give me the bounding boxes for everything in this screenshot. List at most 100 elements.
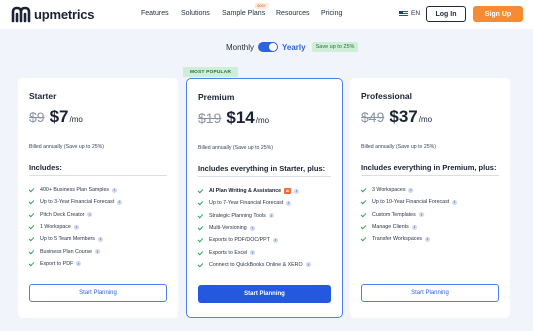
nav-link-solutions[interactable]: Solutions <box>181 10 210 17</box>
info-icon[interactable]: i <box>73 224 79 230</box>
info-icon[interactable]: i <box>250 250 256 256</box>
info-icon[interactable]: i <box>87 212 93 218</box>
feature-item: Multi-Versioning i <box>198 222 311 234</box>
info-icon[interactable]: i <box>272 237 278 243</box>
nav-link-resources[interactable]: Resources <box>276 10 309 17</box>
plan-name: Premium <box>198 92 235 102</box>
feature-item: 1 Workspace i <box>29 221 122 233</box>
feature-list: AI Plan Writing & Assistance AI i Up to 7-… <box>198 185 311 271</box>
info-icon[interactable]: i <box>411 224 417 230</box>
feature-list: 400+ Business Plan Samples i Up to 3-Year… <box>29 184 123 270</box>
feature-label: Up to 7-Year Financial Forecast <box>209 200 284 207</box>
feature-item: Manage Clients i <box>361 221 457 233</box>
check-icon <box>198 200 204 206</box>
plan-card-premium: Premium $19 $14 /mo Billed annually (Sav… <box>186 78 343 318</box>
start-planning-button-professional[interactable]: Start Planning <box>361 284 499 302</box>
language-selector[interactable]: EN <box>399 10 420 17</box>
check-icon <box>361 199 367 205</box>
price-row: $19 $14 /mo <box>198 108 269 128</box>
price-period: /mo <box>418 115 433 124</box>
info-icon[interactable]: i <box>97 236 103 242</box>
feature-label: Strategic Planning Tools <box>209 212 266 219</box>
feature-item: Up to 7-Year Financial Forecast i <box>198 197 311 209</box>
includes-heading: Includes everything in Starter, plus: <box>198 164 326 173</box>
start-planning-button-starter[interactable]: Start Planning <box>29 284 167 302</box>
info-icon[interactable]: i <box>305 262 311 268</box>
check-icon <box>198 225 204 231</box>
info-icon[interactable]: i <box>249 225 255 231</box>
feature-item: Up to 5 Team Members i <box>29 233 122 245</box>
check-icon <box>29 249 35 255</box>
info-icon[interactable]: i <box>95 249 101 255</box>
us-flag-icon <box>399 10 408 17</box>
includes-heading: Includes: <box>29 163 62 172</box>
nav-link-pricing[interactable]: Pricing <box>321 10 342 17</box>
feature-label: Export to PDF <box>40 260 74 267</box>
current-price: $37 <box>389 107 418 126</box>
feature-item: Exports to Excel i <box>198 246 311 258</box>
feature-item: Transfer Workspaces i <box>361 233 457 245</box>
info-icon[interactable]: i <box>425 236 431 242</box>
feature-label: Exports to Excel <box>209 249 248 256</box>
billing-note: Billed annually (Save up to 25%) <box>361 144 436 150</box>
check-icon <box>198 213 204 219</box>
check-icon <box>361 236 367 242</box>
billing-toggle-row: Monthly Yearly Save up to 25% <box>226 42 359 52</box>
ai-badge-icon: AI <box>284 188 292 195</box>
plan-name: Professional <box>361 91 413 101</box>
info-icon[interactable]: i <box>117 199 123 205</box>
brand-logo[interactable]: upmetrics <box>11 6 95 23</box>
current-price: $14 <box>226 108 255 127</box>
check-icon <box>361 224 367 230</box>
check-icon <box>198 188 204 194</box>
price-period: /mo <box>255 116 270 125</box>
feature-item: Strategic Planning Tools i <box>198 210 311 222</box>
top-nav: upmetrics Features Solutions Sample Plan… <box>0 0 533 29</box>
plan-card-professional: Professional $49 $37 /mo Billed annually… <box>350 78 510 318</box>
nav-link-sample-plans[interactable]: Sample Plans <box>222 10 265 17</box>
feature-item: Exports to PDF/DOC/PPT i <box>198 234 311 246</box>
check-icon <box>29 224 35 230</box>
price-row: $49 $37 /mo <box>361 107 432 127</box>
check-icon <box>29 187 35 193</box>
nav-link-features[interactable]: Features <box>141 10 169 17</box>
check-icon <box>29 199 35 205</box>
price-period: /mo <box>69 115 83 124</box>
brand-name: upmetrics <box>34 7 95 22</box>
feature-item: Up to 3-Year Financial Forecast i <box>29 196 123 208</box>
info-icon[interactable]: i <box>418 212 424 218</box>
check-icon <box>361 187 367 193</box>
check-icon <box>29 261 35 267</box>
info-icon[interactable]: i <box>294 188 300 194</box>
old-price: $49 <box>361 109 385 125</box>
info-icon[interactable]: i <box>408 187 414 193</box>
feature-label: Custom Templates <box>372 211 416 218</box>
feature-label: 1 Workspace <box>40 224 71 231</box>
billing-period-switch[interactable] <box>258 42 279 52</box>
billing-note: Billed annually (Save up to 25%) <box>198 145 273 151</box>
price-row: $9 $7 /mo <box>29 107 83 127</box>
feature-item: Connect to QuickBooks Online & XERO i <box>198 259 311 271</box>
feature-item: Up to 10-Year Financial Forecast i <box>361 196 458 208</box>
info-icon[interactable]: i <box>286 200 292 206</box>
start-planning-button-premium[interactable]: Start Planning <box>198 285 331 303</box>
monthly-label[interactable]: Monthly <box>226 43 254 52</box>
info-icon[interactable]: i <box>112 187 118 193</box>
feature-item: 3 Workspaces i <box>361 184 457 196</box>
feature-label: Transfer Workspaces <box>372 236 423 243</box>
info-icon[interactable]: i <box>268 213 274 219</box>
divider <box>29 175 167 176</box>
plan-name: Starter <box>29 91 57 101</box>
feature-label: Multi-Versioning <box>209 225 247 232</box>
language-label: EN <box>411 10 421 17</box>
divider <box>198 176 331 177</box>
yearly-label[interactable]: Yearly <box>282 43 306 52</box>
info-icon[interactable]: i <box>452 199 458 205</box>
includes-heading: Includes everything in Premium, plus: <box>361 163 497 172</box>
plan-card-starter: Starter $9 $7 /mo Billed annually (Save … <box>18 78 178 318</box>
check-icon <box>198 237 204 243</box>
signup-button[interactable]: Sign Up <box>473 6 523 22</box>
feature-label: Manage Clients <box>372 224 409 231</box>
info-icon[interactable]: i <box>76 261 82 267</box>
login-button[interactable]: Log In <box>426 6 466 22</box>
